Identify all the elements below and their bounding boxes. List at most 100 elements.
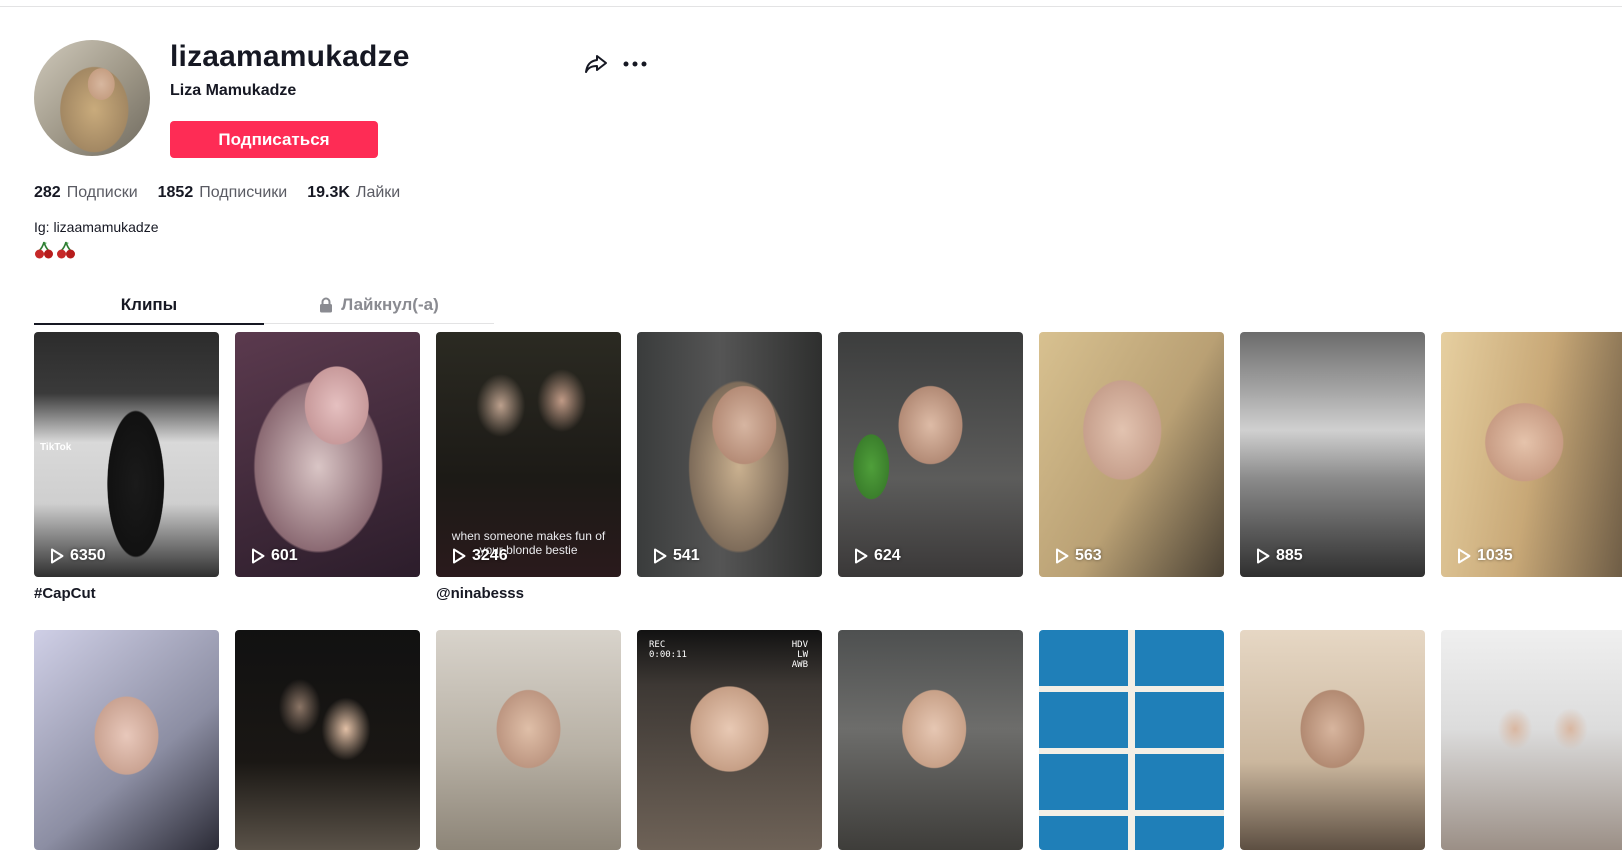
video-caption — [637, 585, 822, 603]
video-card — [1039, 630, 1224, 850]
play-icon — [654, 548, 667, 564]
more-icon — [623, 61, 647, 67]
video-card — [436, 630, 621, 850]
rec-timer: 0:00:11 — [649, 650, 687, 660]
avatar[interactable] — [34, 40, 150, 156]
cherry-icon — [57, 241, 75, 259]
stat-likes-label: Лайки — [355, 184, 401, 201]
video-card: TikTok 6350 #CapCut — [34, 332, 219, 603]
tab-videos[interactable]: Клипы — [34, 286, 264, 325]
stat-following-label: Подписки — [66, 184, 138, 201]
profile-tabs: Клипы Лайкнул(-а) — [34, 286, 494, 325]
view-count: 563 — [1055, 547, 1102, 565]
tab-liked-label: Лайкнул(-а) — [341, 294, 439, 314]
video-thumbnail[interactable]: REC 0:00:11 HDV LW AWB — [637, 630, 822, 850]
lock-icon — [320, 297, 333, 312]
view-count: 3246 — [452, 547, 508, 565]
display-name: Liza Mamukadze — [170, 82, 297, 99]
play-icon — [1056, 548, 1069, 564]
video-card: 541 — [637, 332, 822, 603]
video-thumbnail[interactable] — [436, 630, 621, 850]
video-thumbnail[interactable]: when someone makes fun of your blonde be… — [436, 332, 621, 577]
video-thumbnail[interactable] — [1039, 630, 1224, 850]
awb-label: AWB — [791, 660, 808, 670]
camcorder-hdv-overlay: HDV LW AWB — [792, 640, 808, 670]
video-thumbnail[interactable] — [1441, 630, 1622, 850]
video-thumbnail[interactable]: 885 — [1240, 332, 1425, 577]
stat-followers-count: 1852 — [157, 184, 194, 201]
video-thumbnail[interactable]: 624 — [838, 332, 1023, 577]
video-caption — [838, 585, 1023, 603]
stat-following-count: 282 — [34, 184, 61, 201]
view-count: 624 — [854, 547, 901, 565]
video-thumbnail[interactable]: 541 — [637, 332, 822, 577]
username: lizaamamukadze — [170, 40, 410, 73]
video-card — [1240, 630, 1425, 850]
video-caption — [1240, 585, 1425, 603]
video-caption — [1039, 585, 1224, 603]
bio-text: Ig: lizaamamukadze — [34, 219, 159, 235]
view-count: 1035 — [1457, 547, 1513, 565]
rec-label: REC — [649, 640, 666, 650]
view-count-value: 885 — [1276, 547, 1303, 564]
view-count-value: 1035 — [1477, 547, 1513, 564]
lw-label: LW — [797, 650, 808, 660]
video-card: 885 — [1240, 332, 1425, 603]
tab-videos-label: Клипы — [120, 294, 178, 314]
view-count: 601 — [251, 547, 298, 565]
video-caption — [235, 585, 420, 603]
follow-button[interactable]: Подписаться — [170, 121, 378, 158]
view-count: 885 — [1256, 547, 1303, 565]
tab-liked[interactable]: Лайкнул(-а) — [264, 286, 494, 323]
play-icon — [51, 548, 64, 564]
video-card: 563 — [1039, 332, 1224, 603]
more-button[interactable] — [620, 50, 650, 78]
tiktok-watermark: TikTok — [40, 442, 72, 453]
video-thumbnail[interactable] — [235, 630, 420, 850]
video-card: 601 — [235, 332, 420, 603]
video-card: 1035 — [1441, 332, 1622, 603]
video-caption[interactable]: @ninabesss — [436, 585, 621, 603]
view-count-value: 601 — [271, 547, 298, 564]
video-thumbnail[interactable] — [838, 630, 1023, 850]
bio-emoji — [34, 240, 76, 260]
stat-followers[interactable]: 1852 Подписчики — [158, 184, 288, 202]
stat-following[interactable]: 282 Подписки — [34, 184, 138, 202]
play-icon — [252, 548, 265, 564]
video-caption — [1441, 585, 1622, 603]
video-grid-row-2: REC 0:00:11 HDV LW AWB — [34, 630, 1622, 850]
share-button[interactable] — [582, 50, 610, 78]
video-thumbnail[interactable] — [1240, 630, 1425, 850]
play-icon — [855, 548, 868, 564]
stats-bar: 282 Подписки 1852 Подписчики 19.3K Лайки — [34, 184, 400, 202]
play-icon — [453, 548, 466, 564]
view-count: 541 — [653, 547, 700, 565]
video-thumbnail[interactable]: TikTok 6350 — [34, 332, 219, 577]
view-count-value: 3246 — [472, 547, 508, 564]
video-card — [235, 630, 420, 850]
stat-followers-label: Подписчики — [199, 184, 288, 201]
camcorder-rec-overlay: REC 0:00:11 — [649, 640, 687, 660]
video-card — [34, 630, 219, 850]
view-count-value: 563 — [1075, 547, 1102, 564]
view-count-value: 541 — [673, 547, 700, 564]
video-card: when someone makes fun of your blonde be… — [436, 332, 621, 603]
view-count-value: 6350 — [70, 547, 106, 564]
video-thumbnail[interactable]: 601 — [235, 332, 420, 577]
video-grid-row-1: TikTok 6350 #CapCut 601 when someone mak… — [34, 332, 1622, 603]
video-thumbnail[interactable]: 563 — [1039, 332, 1224, 577]
video-caption[interactable]: #CapCut — [34, 585, 219, 603]
share-icon — [585, 55, 607, 73]
play-icon — [1257, 548, 1270, 564]
top-divider — [0, 6, 1622, 7]
video-thumbnail[interactable] — [34, 630, 219, 850]
view-count-value: 624 — [874, 547, 901, 564]
cherry-icon — [35, 241, 53, 259]
hdv-label: HDV — [791, 640, 808, 650]
video-card: 624 — [838, 332, 1023, 603]
video-card — [1441, 630, 1622, 850]
video-thumbnail[interactable]: 1035 — [1441, 332, 1622, 577]
video-card: REC 0:00:11 HDV LW AWB — [637, 630, 822, 850]
stat-likes: 19.3K Лайки — [307, 184, 400, 202]
play-icon — [1458, 548, 1471, 564]
